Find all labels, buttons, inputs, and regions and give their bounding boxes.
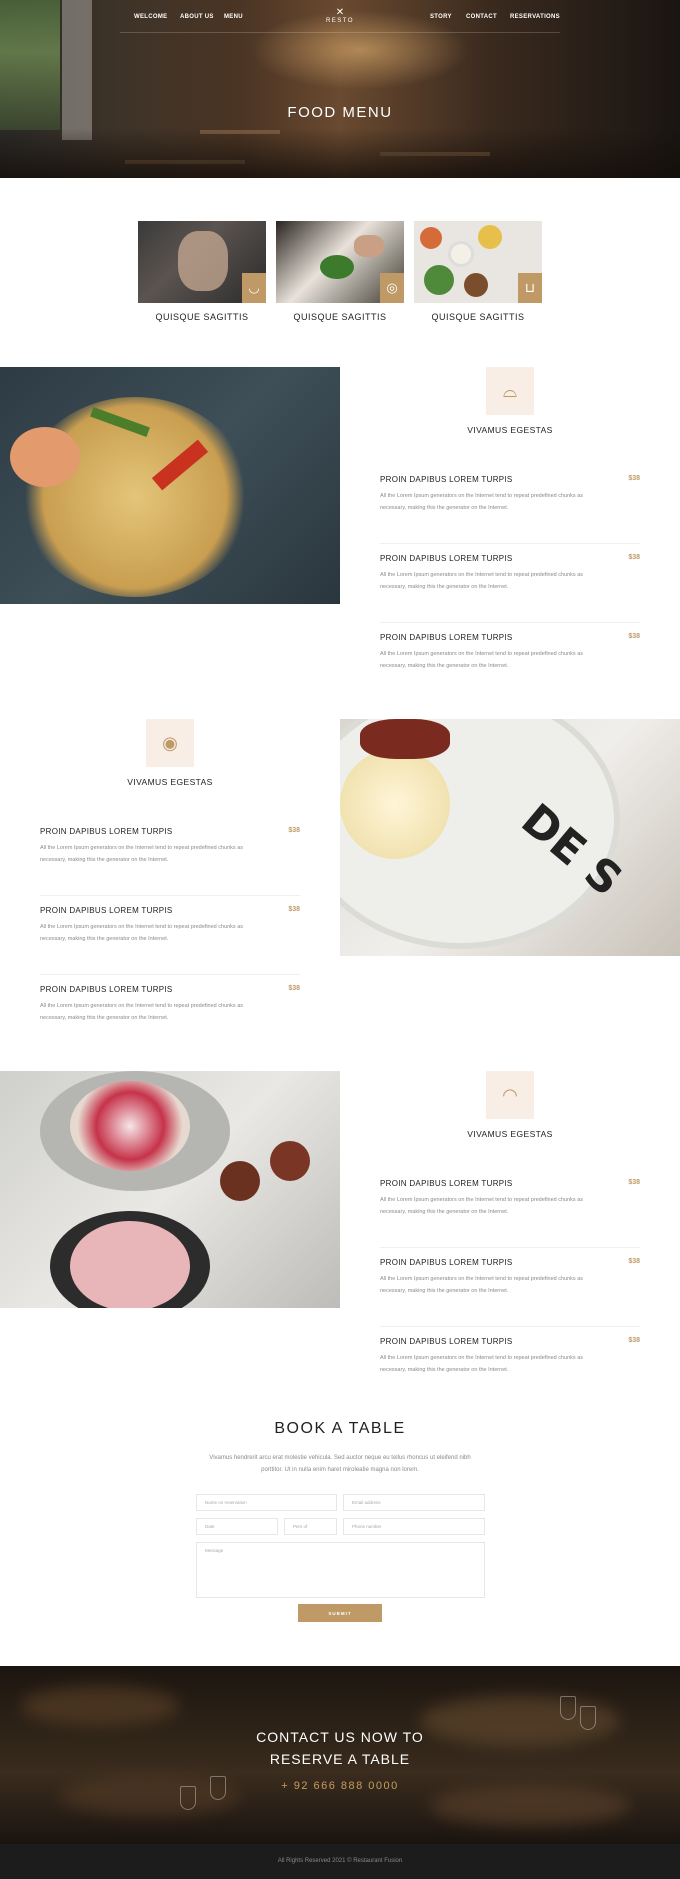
menu-item-desc: All the Lorem Ipsum generators on the In… [40,845,244,863]
card-photo: ◎ [276,221,404,303]
card-label: QUISQUE SAGITTIS [293,312,387,322]
menu-section: ◉ VIVAMUS EGESTAS PROIN DAPIBUS LOREM TU… [40,719,300,1021]
message-field[interactable]: Message [196,1542,485,1598]
card-photo: ⊔ [414,221,542,303]
card-photo: ◡ [138,221,266,303]
menu-item: PROIN DAPIBUS LOREM TURPIS $38 All the L… [380,554,640,623]
menu-section-title: VIVAMUS EGESTAS [467,425,553,435]
menu-item-desc: All the Lorem Ipsum generators on the In… [380,1355,584,1373]
email-field[interactable]: Email address [343,1494,485,1511]
booking-section: BOOK A TABLE Vivamus hendrerit arcu erat… [0,1420,680,1476]
menu-item: PROIN DAPIBUS LOREM TURPIS $38 All the L… [40,985,300,1024]
category-cards: ◡ QUISQUE SAGITTIS ◎ QUISQUE SAGITTIS ⊔ … [138,221,542,322]
page-title: FOOD MENU [287,104,393,121]
menu-item: PROIN DAPIBUS LOREM TURPIS $38 All the L… [380,1258,640,1327]
menu-item-name: PROIN DAPIBUS LOREM TURPIS [40,985,173,994]
booking-text: Vivamus hendrerit arcu erat molestie veh… [209,1455,471,1473]
menu-item: PROIN DAPIBUS LOREM TURPIS $38 All the L… [380,475,640,544]
menu-item-name: PROIN DAPIBUS LOREM TURPIS [380,554,513,563]
section-photo-dessert: DE S [340,719,680,956]
menu-section: ⌓ VIVAMUS EGESTAS PROIN DAPIBUS LOREM TU… [380,367,640,669]
menu-item-name: PROIN DAPIBUS LOREM TURPIS [40,906,173,915]
menu-item-desc: All the Lorem Ipsum generators on the In… [380,1197,584,1215]
menu-item-price: $38 [628,1179,640,1186]
menu-item-name: PROIN DAPIBUS LOREM TURPIS [380,1258,513,1267]
hero-light-decor [250,10,470,90]
contact-banner: CONTACT US NOW TO RESERVE A TABLE + 92 6… [0,1666,680,1844]
menu-item-desc: All the Lorem Ipsum generators on the In… [40,924,244,942]
category-card[interactable]: ◎ QUISQUE SAGITTIS [276,221,404,322]
fries-icon: ⊔ [518,273,542,303]
menu-item-price: $38 [628,554,640,561]
menu-item-price: $38 [628,1337,640,1344]
name-field[interactable]: Name on reservation [196,1494,337,1511]
phone-field[interactable]: Phone number [343,1518,485,1535]
menu-section: ◠ VIVAMUS EGESTAS PROIN DAPIBUS LOREM TU… [380,1071,640,1373]
contact-line-2: RESERVE A TABLE [269,1751,411,1767]
menu-item-desc: All the Lorem Ipsum generators on the In… [380,493,584,511]
croissant-icon: ◠ [486,1071,534,1119]
category-card[interactable]: ⊔ QUISQUE SAGITTIS [414,221,542,322]
grill-icon: ⌓ [486,367,534,415]
menu-item: PROIN DAPIBUS LOREM TURPIS $38 All the L… [40,827,300,896]
menu-item-price: $38 [628,633,640,640]
section-photo-breakfast [0,1071,340,1308]
logo-text: RESTO [325,18,355,24]
nav-reservations[interactable]: RESERVATIONS [510,14,560,20]
category-card[interactable]: ◡ QUISQUE SAGITTIS [138,221,266,322]
menu-item-name: PROIN DAPIBUS LOREM TURPIS [380,1337,513,1346]
nav-contact[interactable]: CONTACT [466,14,497,20]
nav-welcome[interactable]: WELCOME [134,14,167,20]
menu-item-price: $38 [628,475,640,482]
menu-item-desc: All the Lorem Ipsum generators on the In… [380,572,584,590]
contact-line-1: CONTACT US NOW TO [256,1729,424,1745]
egg-icon: ◉ [146,719,194,767]
contact-phone[interactable]: + 92 666 888 0000 [0,1780,680,1792]
menu-item-name: PROIN DAPIBUS LOREM TURPIS [380,633,513,642]
menu-item-desc: All the Lorem Ipsum generators on the In… [380,651,584,669]
persons-field[interactable]: Pers of [284,1518,337,1535]
menu-item-desc: All the Lorem Ipsum generators on the In… [380,1276,584,1294]
card-label: QUISQUE SAGITTIS [155,312,249,322]
menu-item-price: $38 [288,827,300,834]
menu-item: PROIN DAPIBUS LOREM TURPIS $38 All the L… [380,1337,640,1376]
crossed-utensils-icon: ✕ [335,7,345,18]
section-photo-pasta [0,367,340,604]
menu-item-price: $38 [288,906,300,913]
menu-section-title: VIVAMUS EGESTAS [127,777,213,787]
menu-item-name: PROIN DAPIBUS LOREM TURPIS [380,475,513,484]
menu-item-desc: All the Lorem Ipsum generators on the In… [40,1003,244,1021]
submit-button[interactable]: SUBMIT [298,1604,382,1622]
hero-banner: WELCOME ABOUT US MENU ✕ RESTO STORY CONT… [0,0,680,178]
menu-section-title: VIVAMUS EGESTAS [467,1129,553,1139]
contact-heading: CONTACT US NOW TO RESERVE A TABLE [0,1726,680,1770]
logo[interactable]: ✕ RESTO [324,7,356,25]
menu-item-name: PROIN DAPIBUS LOREM TURPIS [380,1179,513,1188]
menu-item-price: $38 [288,985,300,992]
menu-item: PROIN DAPIBUS LOREM TURPIS $38 All the L… [380,633,640,672]
menu-item-name: PROIN DAPIBUS LOREM TURPIS [40,827,173,836]
nav-about-us[interactable]: ABOUT US [180,14,214,20]
footer: All Rights Reserved 2021 © Restaurant Fu… [0,1844,680,1879]
nav-story[interactable]: STORY [430,14,452,20]
booking-title: BOOK A TABLE [274,1420,406,1437]
menu-item-price: $38 [628,1258,640,1265]
date-field[interactable]: Date [196,1518,278,1535]
nav-menu[interactable]: MENU [224,14,243,20]
card-label: QUISQUE SAGITTIS [431,312,525,322]
menu-item: PROIN DAPIBUS LOREM TURPIS $38 All the L… [40,906,300,975]
bowl-icon: ◡ [242,273,266,303]
fried-egg-icon: ◎ [380,273,404,303]
menu-item: PROIN DAPIBUS LOREM TURPIS $38 All the L… [380,1179,640,1248]
